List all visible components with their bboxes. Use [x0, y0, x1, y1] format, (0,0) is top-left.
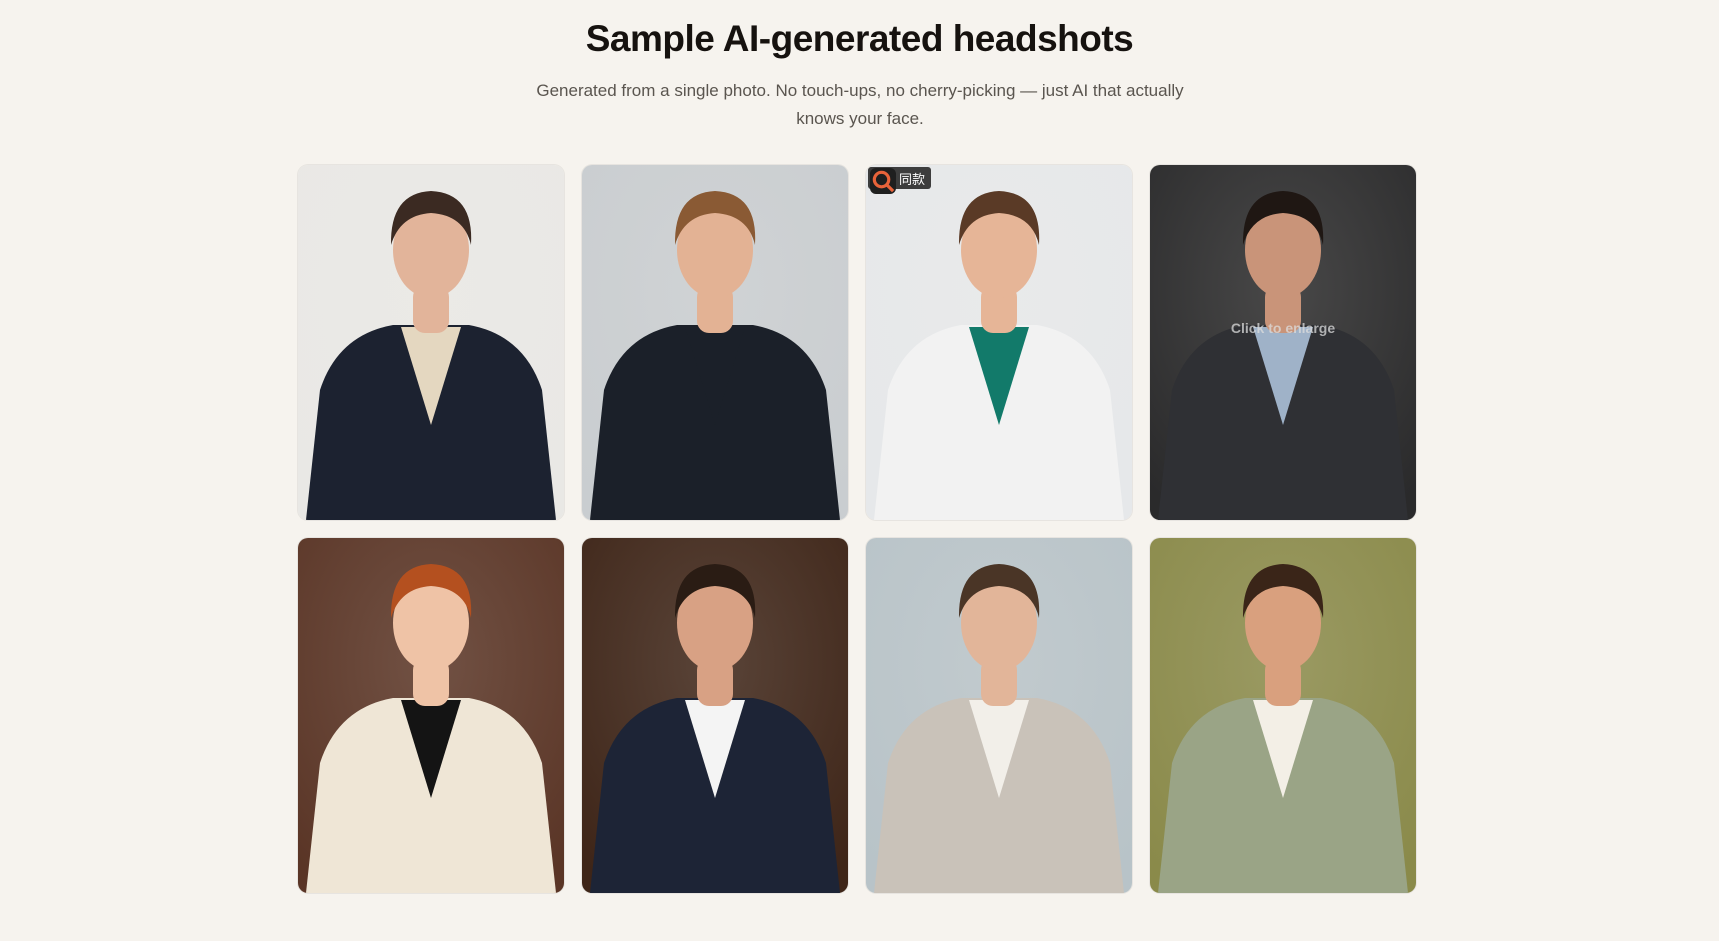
- headshot-photo: [1150, 165, 1416, 520]
- headshot-card-man-grey-suit-dark-bg[interactable]: Click to enlarge: [1150, 165, 1416, 520]
- headshot-card-woman-navy-blazer[interactable]: [298, 165, 564, 520]
- headshot-photo: [866, 165, 1132, 520]
- search-scan-icon: [870, 168, 896, 194]
- headshot-card-man-green-blazer-outdoor[interactable]: [1150, 538, 1416, 893]
- headshot-card-woman-doctor-white-coat[interactable]: 同款: [866, 165, 1132, 520]
- headshot-card-man-navy-suit-library[interactable]: [582, 538, 848, 893]
- badge-label: 同款: [899, 172, 926, 188]
- enlarge-hint: Click to enlarge: [1230, 320, 1336, 336]
- headshot-card-man-dark-sweater-office[interactable]: [582, 165, 848, 520]
- headshot-photo: [1150, 538, 1416, 893]
- headshot-photo: [582, 165, 848, 520]
- headshot-card-woman-beige-blazer-window[interactable]: [866, 538, 1132, 893]
- similar-style-badge[interactable]: 同款: [868, 167, 932, 194]
- headshot-photo: [582, 538, 848, 893]
- page-subtitle: Generated from a single photo. No touch-…: [536, 81, 1184, 128]
- headshot-photo: [298, 538, 564, 893]
- headshot-photo: [298, 165, 564, 520]
- headshot-photo: [866, 538, 1132, 893]
- headshot-gallery: 同款 Click to enlarge: [298, 165, 1418, 893]
- page-title: Sample AI-generated headshots: [585, 18, 1134, 59]
- headshot-card-woman-red-hair-brick-cafe[interactable]: [298, 538, 564, 893]
